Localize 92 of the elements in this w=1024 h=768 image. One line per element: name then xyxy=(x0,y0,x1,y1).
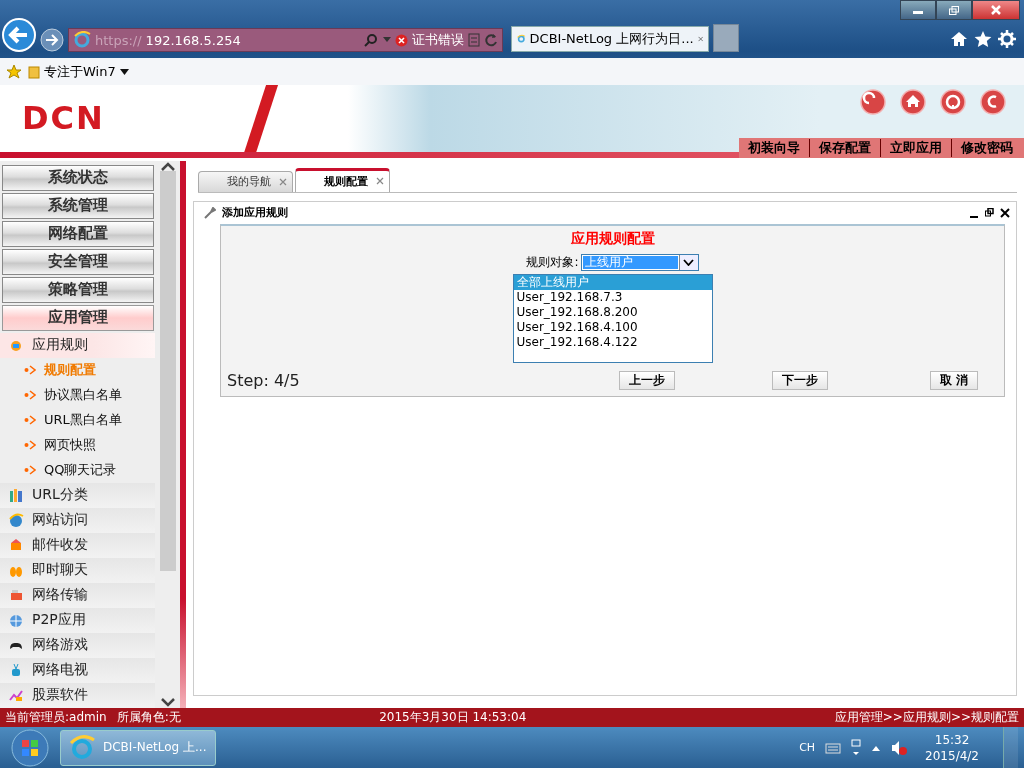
caret-icon xyxy=(119,68,129,75)
favorites-star-icon[interactable] xyxy=(6,63,22,80)
scrollbar-thumb[interactable] xyxy=(159,170,176,571)
menu-item[interactable]: URL分类 xyxy=(0,482,155,508)
url-scheme: https:// xyxy=(95,32,142,48)
menu-section-button[interactable]: 系统管理 xyxy=(2,192,154,219)
field-label: 规则对象: xyxy=(526,253,579,271)
language-indicator[interactable]: CH xyxy=(799,741,816,754)
tab-title: DCBI-NetLog 上网行为日... xyxy=(529,30,694,48)
menu-section-button[interactable]: 应用管理 xyxy=(2,304,154,331)
refresh-icon[interactable] xyxy=(484,33,498,47)
step-indicator: Step: 4/5 xyxy=(227,370,301,390)
submenu-item[interactable]: URL黑白名单 xyxy=(0,407,155,433)
restore-icon xyxy=(949,5,959,15)
browser-logo-icon xyxy=(69,734,95,761)
submenu-item[interactable]: 网页快照 xyxy=(0,432,155,458)
header-link[interactable]: 保存配置 xyxy=(809,138,880,157)
user-list[interactable]: 全部上线用户 User_192.168.7.3 User_192.168.8.200 User_192.168.4.100 User_192.168.4.122 xyxy=(512,273,713,363)
tab[interactable]: 我的导航 xyxy=(198,170,293,192)
globe-icon xyxy=(8,512,24,529)
splitter-bar[interactable] xyxy=(180,160,186,708)
back-button[interactable] xyxy=(2,18,36,52)
restore-icon[interactable] xyxy=(985,208,994,218)
home-icon[interactable] xyxy=(950,30,968,48)
settings-icon[interactable] xyxy=(998,30,1016,48)
caret-icon[interactable] xyxy=(383,37,391,43)
globe-icon xyxy=(8,612,24,629)
menu-item[interactable]: 股票软件 xyxy=(0,682,155,708)
header-link[interactable]: 修改密码 xyxy=(951,138,1022,157)
wrench-icon xyxy=(204,206,216,219)
header-link[interactable]: 初装向导 xyxy=(739,138,809,157)
list-option[interactable]: User_192.168.4.122 xyxy=(513,334,712,350)
bullet-arrow-icon xyxy=(24,465,36,476)
bullet-arrow-icon xyxy=(24,415,36,426)
menu-item[interactable]: P2P应用 xyxy=(0,607,155,633)
admin-label: 当前管理员:admin xyxy=(5,708,107,726)
breadcrumb: 应用管理>>应用规则>>规则配置 xyxy=(834,708,1019,726)
tab[interactable]: 规则配置 xyxy=(295,167,390,192)
close-button[interactable] xyxy=(972,0,1020,20)
error-icon xyxy=(395,33,408,47)
list-option[interactable]: User_192.168.7.3 xyxy=(513,289,712,305)
search-icon[interactable] xyxy=(363,33,379,47)
browser-tab[interactable]: DCBI-NetLog 上网行为日... xyxy=(511,26,709,52)
close-icon xyxy=(991,5,1001,15)
menu-item[interactable]: 网络游戏 xyxy=(0,632,155,658)
scrollbar[interactable] xyxy=(155,160,180,708)
menu-section-button[interactable]: 策略管理 xyxy=(2,276,154,303)
forward-button[interactable] xyxy=(40,28,64,52)
caret-icon xyxy=(683,258,694,266)
refresh-icon[interactable] xyxy=(860,89,886,115)
menu-section-button[interactable]: 系统状态 xyxy=(2,164,154,191)
star-icon[interactable] xyxy=(974,30,992,48)
previous-button[interactable]: 上一步 xyxy=(619,370,675,390)
menu-item[interactable]: 邮件收发 xyxy=(0,532,155,558)
header-link[interactable]: 立即应用 xyxy=(880,138,951,157)
menu-item[interactable]: 网站访问 xyxy=(0,507,155,533)
logo: DCN xyxy=(22,99,105,137)
cancel-button[interactable]: 取 消 xyxy=(930,370,979,390)
menu-item[interactable]: 即时聊天 xyxy=(0,557,155,583)
panel-title: 添加应用规则 xyxy=(222,205,289,221)
certificate-error-label[interactable]: 证书错误 xyxy=(412,31,464,49)
favorites-item[interactable]: 专注于Win7 xyxy=(28,62,129,81)
submenu-item[interactable]: QQ聊天记录 xyxy=(0,457,155,483)
restore-button[interactable] xyxy=(936,0,972,20)
menu-item[interactable]: 网络电视 xyxy=(0,657,155,683)
list-option[interactable]: User_192.168.4.100 xyxy=(513,319,712,335)
close-icon[interactable] xyxy=(1000,207,1010,218)
submenu-item[interactable]: 协议黑白名单 xyxy=(0,382,155,408)
form-heading: 应用规则配置 xyxy=(570,229,655,248)
bullet-arrow-icon xyxy=(24,440,36,451)
start-button[interactable] xyxy=(10,727,50,768)
browser-logo-icon xyxy=(73,31,91,49)
datetime-label: 2015年3月30日 14:53:04 xyxy=(379,708,527,726)
address-bar[interactable]: https:// 192.168.5.254 证书错误 xyxy=(68,28,503,52)
menu-section-button[interactable]: 网络配置 xyxy=(2,220,154,247)
keyboard-icon[interactable] xyxy=(825,741,842,754)
url-text: 192.168.5.254 xyxy=(145,32,241,48)
folder-icon xyxy=(28,64,40,79)
role-label: 所属角色:无 xyxy=(116,708,181,726)
next-button[interactable]: 下一步 xyxy=(772,370,828,390)
menu-section-button[interactable]: 安全管理 xyxy=(2,248,154,275)
clock[interactable]: 15:32 2015/4/2 xyxy=(925,731,979,764)
bullet-arrow-icon xyxy=(24,390,36,401)
home-icon[interactable] xyxy=(900,89,926,115)
volume-muted-icon[interactable] xyxy=(891,739,908,756)
books-icon xyxy=(8,487,24,504)
menu-item[interactable]: 应用规则 xyxy=(0,332,155,358)
bullet-arrow-icon xyxy=(24,365,36,376)
menu-item[interactable]: 网络传输 xyxy=(0,582,155,608)
minimize-button[interactable] xyxy=(900,0,936,20)
scroll-down-icon[interactable] xyxy=(160,697,175,708)
list-option[interactable]: User_192.168.8.200 xyxy=(513,304,712,320)
